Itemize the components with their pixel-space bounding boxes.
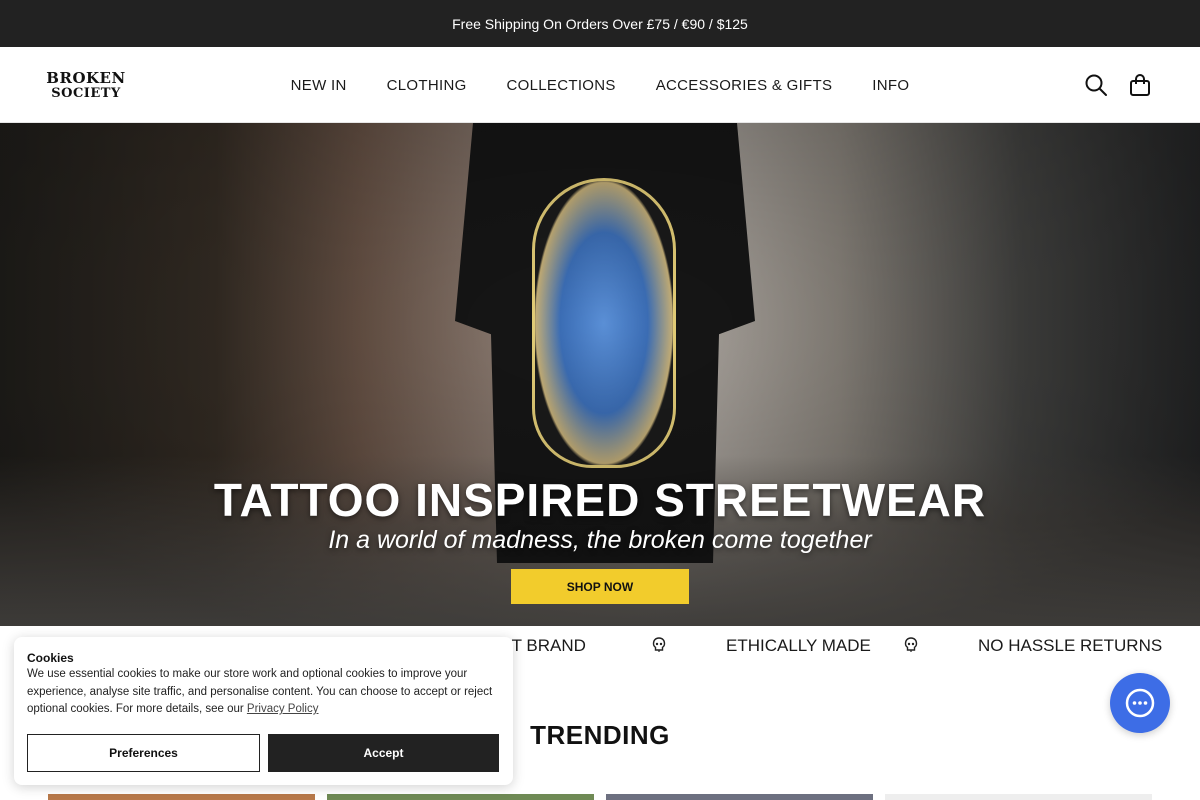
nav-new-in[interactable]: NEW IN — [291, 77, 347, 94]
product-card[interactable] — [48, 794, 315, 800]
skull-icon — [904, 637, 920, 655]
site-header: BROKEN SOCIETY NEW IN CLOTHING COLLECTIO… — [0, 47, 1200, 123]
preferences-button[interactable]: Preferences — [27, 734, 260, 772]
product-card[interactable] — [606, 794, 873, 800]
logo-line-1: BROKEN — [46, 68, 126, 87]
cookie-title: Cookies — [27, 651, 74, 665]
usp-no-hassle-returns: NO HASSLE RETURNS — [978, 636, 1163, 655]
main-nav: NEW IN CLOTHING COLLECTIONS ACCESSORIES … — [0, 47, 1200, 123]
chat-bubble-icon — [1125, 688, 1155, 718]
accept-button[interactable]: Accept — [268, 734, 499, 772]
nav-clothing[interactable]: CLOTHING — [387, 77, 467, 94]
brand-logo[interactable]: BROKEN SOCIETY — [46, 67, 125, 105]
usp-ethically-made: ETHICALLY MADE — [726, 636, 871, 655]
nav-info[interactable]: INFO — [872, 77, 909, 94]
search-icon[interactable] — [1083, 72, 1109, 98]
shop-now-button[interactable]: SHOP NOW — [511, 569, 689, 604]
announcement-bar: Free Shipping On Orders Over £75 / €90 /… — [0, 0, 1200, 47]
skull-icon — [652, 637, 668, 655]
bag-icon[interactable] — [1127, 72, 1153, 98]
chat-button[interactable] — [1110, 673, 1170, 733]
product-card[interactable] — [885, 794, 1152, 800]
cookie-banner: Cookies We use essential cookies to make… — [14, 637, 513, 785]
hero-title: TATTOO INSPIRED STREETWEAR — [213, 474, 987, 526]
logo-line-2: SOCIETY — [51, 85, 121, 101]
cookie-message: We use essential cookies to make our sto… — [27, 666, 502, 719]
announcement-text: Free Shipping On Orders Over £75 / €90 /… — [452, 15, 748, 32]
nav-collections[interactable]: COLLECTIONS — [507, 77, 616, 94]
nav-accessories-gifts[interactable]: ACCESSORIES & GIFTS — [656, 77, 833, 94]
product-card[interactable] — [327, 794, 594, 800]
privacy-policy-link[interactable]: Privacy Policy — [247, 703, 319, 715]
hero-subtitle: In a world of madness, the broken come t… — [328, 526, 872, 554]
